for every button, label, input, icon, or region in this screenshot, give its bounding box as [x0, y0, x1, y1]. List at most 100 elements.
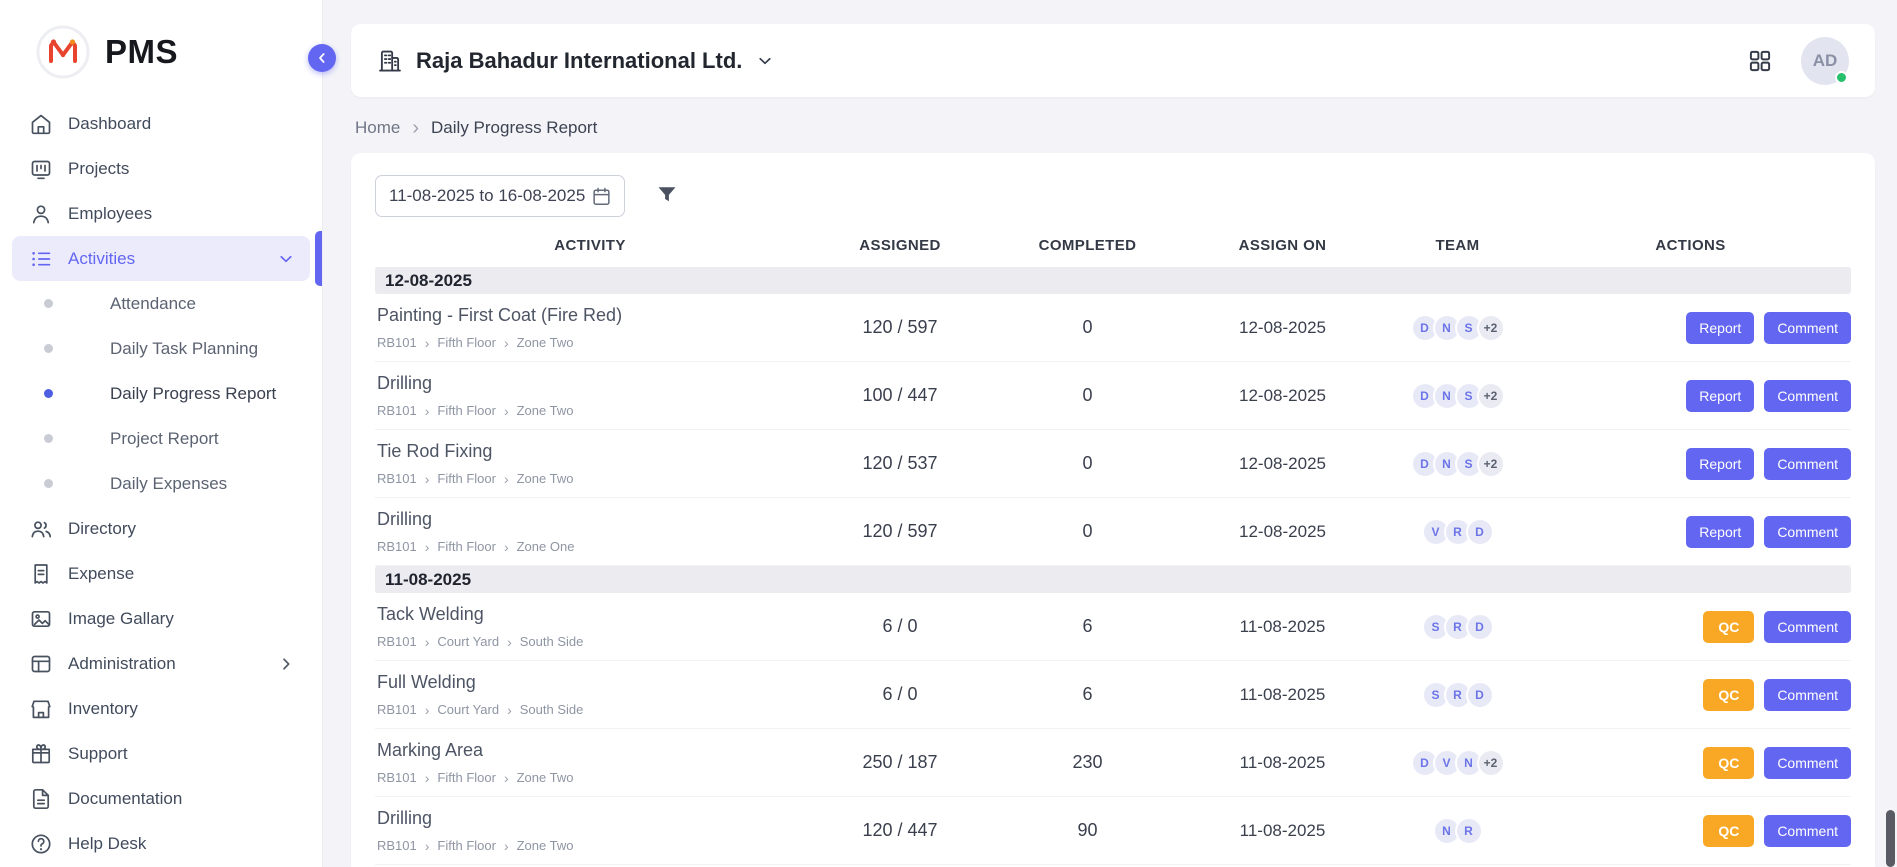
- submenu-item-attendance[interactable]: Attendance: [0, 281, 322, 326]
- sidebar-item-label: Dashboard: [68, 114, 296, 134]
- team-member-avatar[interactable]: D: [1466, 613, 1494, 641]
- qc-button[interactable]: QC: [1703, 679, 1754, 711]
- app-logo: PMS: [0, 0, 322, 97]
- chevron-right-icon: ›: [425, 540, 430, 554]
- comment-button[interactable]: Comment: [1764, 815, 1851, 847]
- activity-cell: Tack Welding RB101›Court Yard›South Side: [375, 604, 805, 649]
- sidebar-item-directory[interactable]: Directory: [12, 506, 310, 551]
- sidebar-item-expense[interactable]: Expense: [12, 551, 310, 596]
- team-member-avatar[interactable]: R: [1455, 817, 1483, 845]
- activity-title: Drilling: [377, 808, 805, 829]
- chevron-right-icon: ›: [504, 336, 509, 350]
- team-overflow-badge[interactable]: +2: [1477, 749, 1505, 777]
- comment-button[interactable]: Comment: [1764, 380, 1851, 412]
- report-button[interactable]: Report: [1686, 380, 1754, 412]
- submenu-item-daily-progress-report[interactable]: Daily Progress Report: [0, 371, 322, 416]
- assign-on-date: 11-08-2025: [1180, 617, 1385, 637]
- sidebar-item-label: Projects: [68, 159, 296, 179]
- date-range-value: 11-08-2025 to 16-08-2025: [389, 186, 585, 206]
- breadcrumb: Home › Daily Progress Report: [355, 118, 1875, 138]
- location-path-segment: Court Yard: [437, 702, 499, 717]
- sidebar-item-inventory[interactable]: Inventory: [12, 686, 310, 731]
- chevron-right-icon: ›: [425, 839, 430, 853]
- location-path-segment: South Side: [520, 702, 584, 717]
- location-path-segment: South Side: [520, 634, 584, 649]
- sidebar-item-label: Inventory: [68, 699, 296, 719]
- sidebar-item-activities[interactable]: Activities: [12, 236, 310, 281]
- qc-button[interactable]: QC: [1703, 815, 1754, 847]
- directory-icon: [29, 517, 53, 541]
- qc-button[interactable]: QC: [1703, 747, 1754, 779]
- bullet-dot-icon: [44, 344, 53, 353]
- apps-grid-button[interactable]: [1747, 48, 1773, 74]
- completed-value: 230: [995, 752, 1180, 773]
- submenu-item-daily-task-planning[interactable]: Daily Task Planning: [0, 326, 322, 371]
- comment-button[interactable]: Comment: [1764, 611, 1851, 643]
- breadcrumb-current: Daily Progress Report: [431, 118, 597, 138]
- activity-cell: Tie Rod Fixing RB101›Fifth Floor›Zone Tw…: [375, 441, 805, 486]
- report-button[interactable]: Report: [1686, 448, 1754, 480]
- breadcrumb-home[interactable]: Home: [355, 118, 400, 138]
- sidebar-item-help-desk[interactable]: Help Desk: [12, 821, 310, 866]
- location-path-segment: Court Yard: [437, 634, 499, 649]
- activity-location-path: RB101›Fifth Floor›Zone Two: [377, 770, 805, 785]
- team-overflow-badge[interactable]: +2: [1477, 314, 1505, 342]
- location-path-segment: RB101: [377, 770, 417, 785]
- location-path-segment: Fifth Floor: [437, 335, 496, 350]
- actions-cell: Report Comment: [1530, 380, 1851, 412]
- column-header-actions: ACTIONS: [1530, 237, 1851, 254]
- chevron-right-icon: ›: [504, 839, 509, 853]
- building-icon: [377, 48, 403, 74]
- bullet-dot-icon: [44, 479, 53, 488]
- sidebar-item-administration[interactable]: Administration: [12, 641, 310, 686]
- chevron-right-icon: ›: [425, 703, 430, 717]
- group-date-label: 12-08-2025: [385, 271, 472, 291]
- user-avatar[interactable]: AD: [1801, 37, 1849, 85]
- scrollbar-thumb[interactable]: [1886, 810, 1895, 867]
- comment-button[interactable]: Comment: [1764, 312, 1851, 344]
- assign-on-date: 11-08-2025: [1180, 753, 1385, 773]
- chevron-right-icon: ›: [504, 404, 509, 418]
- sidebar-item-support[interactable]: Support: [12, 731, 310, 776]
- submenu-item-daily-expenses[interactable]: Daily Expenses: [0, 461, 322, 506]
- sidebar-item-dashboard[interactable]: Dashboard: [12, 101, 310, 146]
- date-range-input[interactable]: 11-08-2025 to 16-08-2025: [375, 175, 625, 217]
- team-member-avatar[interactable]: D: [1466, 518, 1494, 546]
- sidebar-item-image-gallary[interactable]: Image Gallary: [12, 596, 310, 641]
- qc-button[interactable]: QC: [1703, 611, 1754, 643]
- submenu-item-project-report[interactable]: Project Report: [0, 416, 322, 461]
- sidebar-item-employees[interactable]: Employees: [12, 191, 310, 236]
- comment-button[interactable]: Comment: [1764, 679, 1851, 711]
- chevron-right-icon: ›: [425, 635, 430, 649]
- team-cell: DVN+2: [1385, 749, 1530, 777]
- help-icon: [29, 832, 53, 856]
- company-selector[interactable]: Raja Bahadur International Ltd.: [377, 48, 775, 74]
- filter-button[interactable]: [655, 183, 681, 209]
- team-cell: VRD: [1385, 518, 1530, 546]
- team-overflow-badge[interactable]: +2: [1477, 382, 1505, 410]
- completed-value: 0: [995, 385, 1180, 406]
- activity-cell: Marking Area RB101›Fifth Floor›Zone Two: [375, 740, 805, 785]
- submenu-item-label: Daily Task Planning: [110, 339, 258, 359]
- comment-button[interactable]: Comment: [1764, 747, 1851, 779]
- activity-title: Tie Rod Fixing: [377, 441, 805, 462]
- chevron-right-icon: ›: [504, 540, 509, 554]
- location-path-segment: RB101: [377, 838, 417, 853]
- activity-row: Drilling RB101›Fifth Floor›Zone Two 120 …: [375, 797, 1851, 865]
- sidebar-item-label: Directory: [68, 519, 296, 539]
- activity-title: Drilling: [377, 373, 805, 394]
- inventory-icon: [29, 697, 53, 721]
- report-button[interactable]: Report: [1686, 516, 1754, 548]
- comment-button[interactable]: Comment: [1764, 448, 1851, 480]
- sidebar-item-projects[interactable]: Projects: [12, 146, 310, 191]
- report-button[interactable]: Report: [1686, 312, 1754, 344]
- gallery-icon: [29, 607, 53, 631]
- actions-cell: Report Comment: [1530, 448, 1851, 480]
- sidebar-item-documentation[interactable]: Documentation: [12, 776, 310, 821]
- team-overflow-badge[interactable]: +2: [1477, 450, 1505, 478]
- team-member-avatar[interactable]: D: [1466, 681, 1494, 709]
- submenu-item-label: Project Report: [110, 429, 219, 449]
- comment-button[interactable]: Comment: [1764, 516, 1851, 548]
- sidebar-collapse-button[interactable]: [308, 44, 336, 72]
- activity-cell: Full Welding RB101›Court Yard›South Side: [375, 672, 805, 717]
